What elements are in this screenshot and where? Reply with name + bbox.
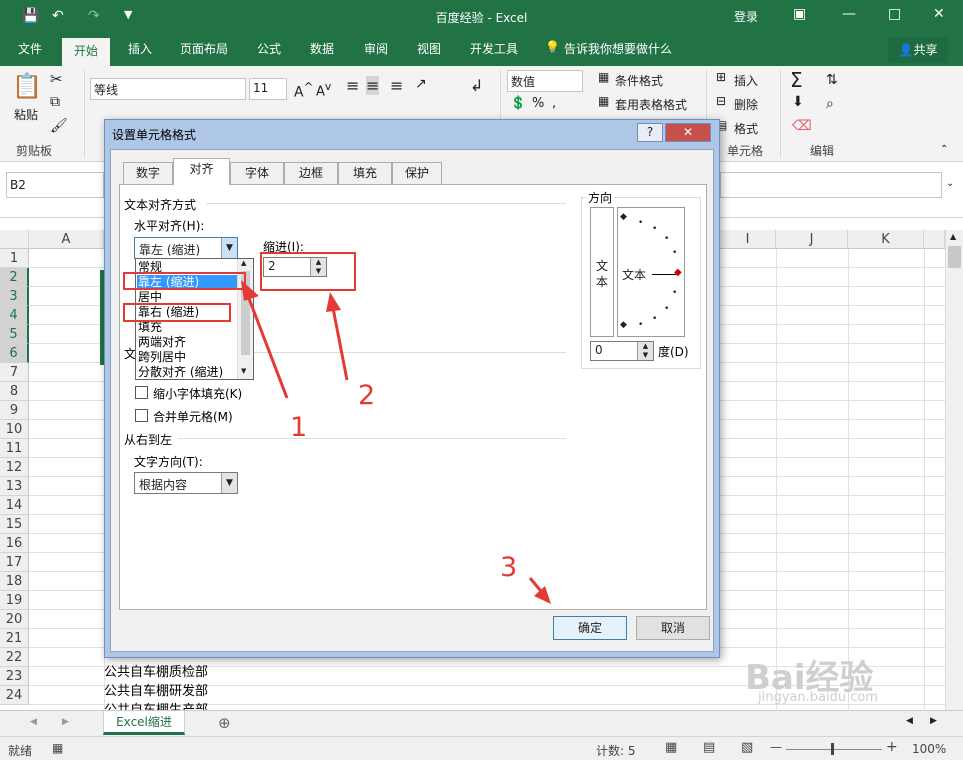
annotation-box-right [123,303,231,322]
annotation-number-1: 1 [290,412,308,443]
annotation-box-indent [260,252,356,291]
annotation-number-3: 3 [500,552,518,583]
annotation-arrows [241,280,551,604]
annotation-number-2: 2 [358,380,376,411]
annotation-box-left [123,272,246,290]
